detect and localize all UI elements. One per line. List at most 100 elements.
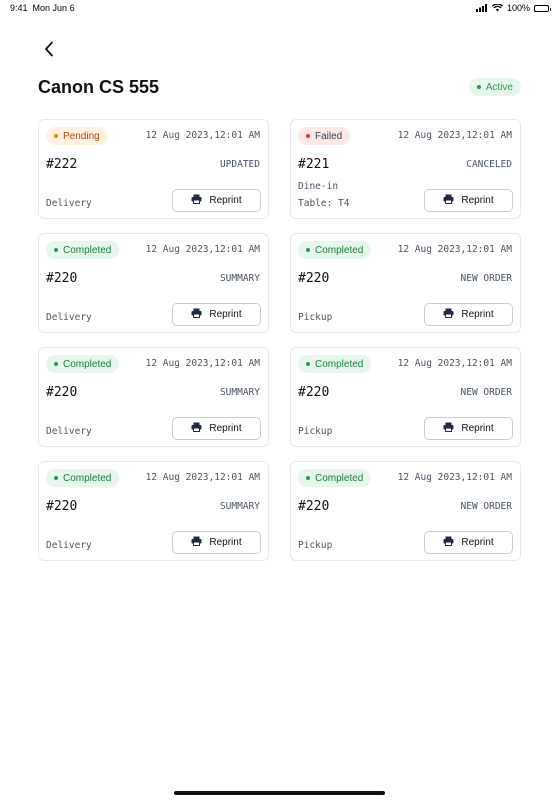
status-dot: [54, 362, 58, 366]
order-type: NEW ORDER: [460, 273, 512, 284]
status-dot: [306, 362, 310, 366]
printer-icon: [443, 536, 454, 549]
order-fulfillment: Pickup: [298, 540, 333, 551]
wifi-icon: [491, 4, 503, 12]
status-time: 9:41 Mon Jun 6: [10, 3, 75, 13]
order-number: #220: [298, 271, 330, 286]
status-dot: [54, 134, 58, 138]
order-status-badge: Pending: [46, 127, 108, 145]
order-fulfillment: Delivery: [46, 426, 92, 437]
order-type: NEW ORDER: [460, 387, 512, 398]
order-type: UPDATED: [219, 159, 260, 170]
order-type: SUMMARY: [219, 501, 260, 512]
status-dot: [306, 476, 310, 480]
order-datetime: 12 Aug 2023,12:01 AM: [145, 472, 260, 483]
order-datetime: 12 Aug 2023,12:01 AM: [145, 130, 260, 141]
order-number: #222: [46, 157, 78, 172]
status-dot: [306, 248, 310, 252]
status-bar: 9:41 Mon Jun 6 100%: [0, 0, 559, 16]
order-grid: Pending 12 Aug 2023,12:01 AM #222 UPDATE…: [38, 119, 521, 561]
order-card: Pending 12 Aug 2023,12:01 AM #222 UPDATE…: [38, 119, 269, 219]
order-status-badge: Completed: [298, 241, 372, 259]
reprint-button[interactable]: Reprint: [424, 303, 513, 326]
order-number: #220: [46, 499, 78, 514]
printer-icon: [191, 308, 202, 321]
order-datetime: 12 Aug 2023,12:01 AM: [145, 358, 260, 369]
order-number: #220: [298, 499, 330, 514]
order-status-label: Pending: [63, 130, 100, 142]
status-dot: [54, 476, 58, 480]
printer-icon: [443, 422, 454, 435]
order-status-label: Completed: [63, 472, 112, 484]
order-card: Completed 12 Aug 2023,12:01 AM #220 SUMM…: [38, 233, 269, 333]
order-status-label: Completed: [315, 244, 364, 256]
printer-icon: [191, 422, 202, 435]
reprint-label: Reprint: [209, 537, 242, 548]
order-status-label: Completed: [315, 472, 364, 484]
printer-status-label: Active: [485, 81, 513, 93]
order-datetime: 12 Aug 2023,12:01 AM: [397, 358, 512, 369]
order-type: NEW ORDER: [460, 501, 512, 512]
status-dot: [476, 85, 481, 89]
order-status-badge: Completed: [298, 355, 372, 373]
order-datetime: 12 Aug 2023,12:01 AM: [397, 244, 512, 255]
status-dot: [54, 248, 58, 252]
reprint-button[interactable]: Reprint: [172, 417, 261, 440]
reprint-label: Reprint: [461, 309, 494, 320]
reprint-label: Reprint: [209, 195, 242, 206]
printer-status-badge: Active: [468, 78, 521, 96]
status-right: 100%: [475, 3, 551, 13]
order-type: SUMMARY: [219, 273, 260, 284]
order-status-badge: Failed: [298, 127, 351, 145]
order-datetime: 12 Aug 2023,12:01 AM: [397, 130, 512, 141]
page-title: Canon CS 555: [38, 77, 160, 97]
home-indicator: [174, 791, 385, 795]
reprint-button[interactable]: Reprint: [424, 189, 513, 212]
order-status-label: Completed: [63, 244, 112, 256]
order-number: #220: [46, 385, 78, 400]
battery-icon: [534, 4, 551, 12]
reprint-button[interactable]: Reprint: [424, 417, 513, 440]
reprint-button[interactable]: Reprint: [172, 189, 261, 212]
reprint-label: Reprint: [209, 423, 242, 434]
order-card: Completed 12 Aug 2023,12:01 AM #220 NEW …: [290, 233, 521, 333]
order-status-badge: Completed: [46, 241, 120, 259]
order-status-badge: Completed: [46, 355, 120, 373]
order-datetime: 12 Aug 2023,12:01 AM: [145, 244, 260, 255]
order-status-badge: Completed: [298, 469, 372, 487]
order-status-badge: Completed: [46, 469, 120, 487]
battery-percent: 100%: [506, 3, 530, 13]
reprint-label: Reprint: [461, 537, 494, 548]
order-type: CANCELED: [466, 159, 512, 170]
order-card: Completed 12 Aug 2023,12:01 AM #220 SUMM…: [38, 347, 269, 447]
printer-icon: [443, 308, 454, 321]
order-fulfillment: Delivery: [46, 198, 92, 209]
order-service-type: Dine-in: [298, 181, 339, 192]
order-number: #221: [298, 157, 330, 172]
status-dot: [306, 134, 310, 138]
order-card: Completed 12 Aug 2023,12:01 AM #220 SUMM…: [38, 461, 269, 561]
printer-icon: [191, 536, 202, 549]
order-number: #220: [46, 271, 78, 286]
order-fulfillment: Delivery: [46, 540, 92, 551]
order-status-label: Completed: [315, 358, 364, 370]
order-fulfillment: Pickup: [298, 312, 333, 323]
back-button[interactable]: [38, 40, 60, 62]
order-card: Completed 12 Aug 2023,12:01 AM #220 NEW …: [290, 347, 521, 447]
order-datetime: 12 Aug 2023,12:01 AM: [397, 472, 512, 483]
order-status-label: Failed: [315, 130, 343, 142]
reprint-label: Reprint: [209, 309, 242, 320]
printer-icon: [443, 194, 454, 207]
order-number: #220: [298, 385, 330, 400]
order-fulfillment: Pickup: [298, 426, 333, 437]
order-card: Completed 12 Aug 2023,12:01 AM #220 NEW …: [290, 461, 521, 561]
reprint-button[interactable]: Reprint: [424, 531, 513, 554]
printer-icon: [191, 194, 202, 207]
reprint-button[interactable]: Reprint: [172, 531, 261, 554]
order-type: SUMMARY: [219, 387, 260, 398]
reprint-label: Reprint: [461, 195, 494, 206]
order-table: Table: T4: [298, 198, 350, 209]
chevron-left-icon: [44, 41, 54, 62]
reprint-button[interactable]: Reprint: [172, 303, 261, 326]
order-status-label: Completed: [63, 358, 112, 370]
